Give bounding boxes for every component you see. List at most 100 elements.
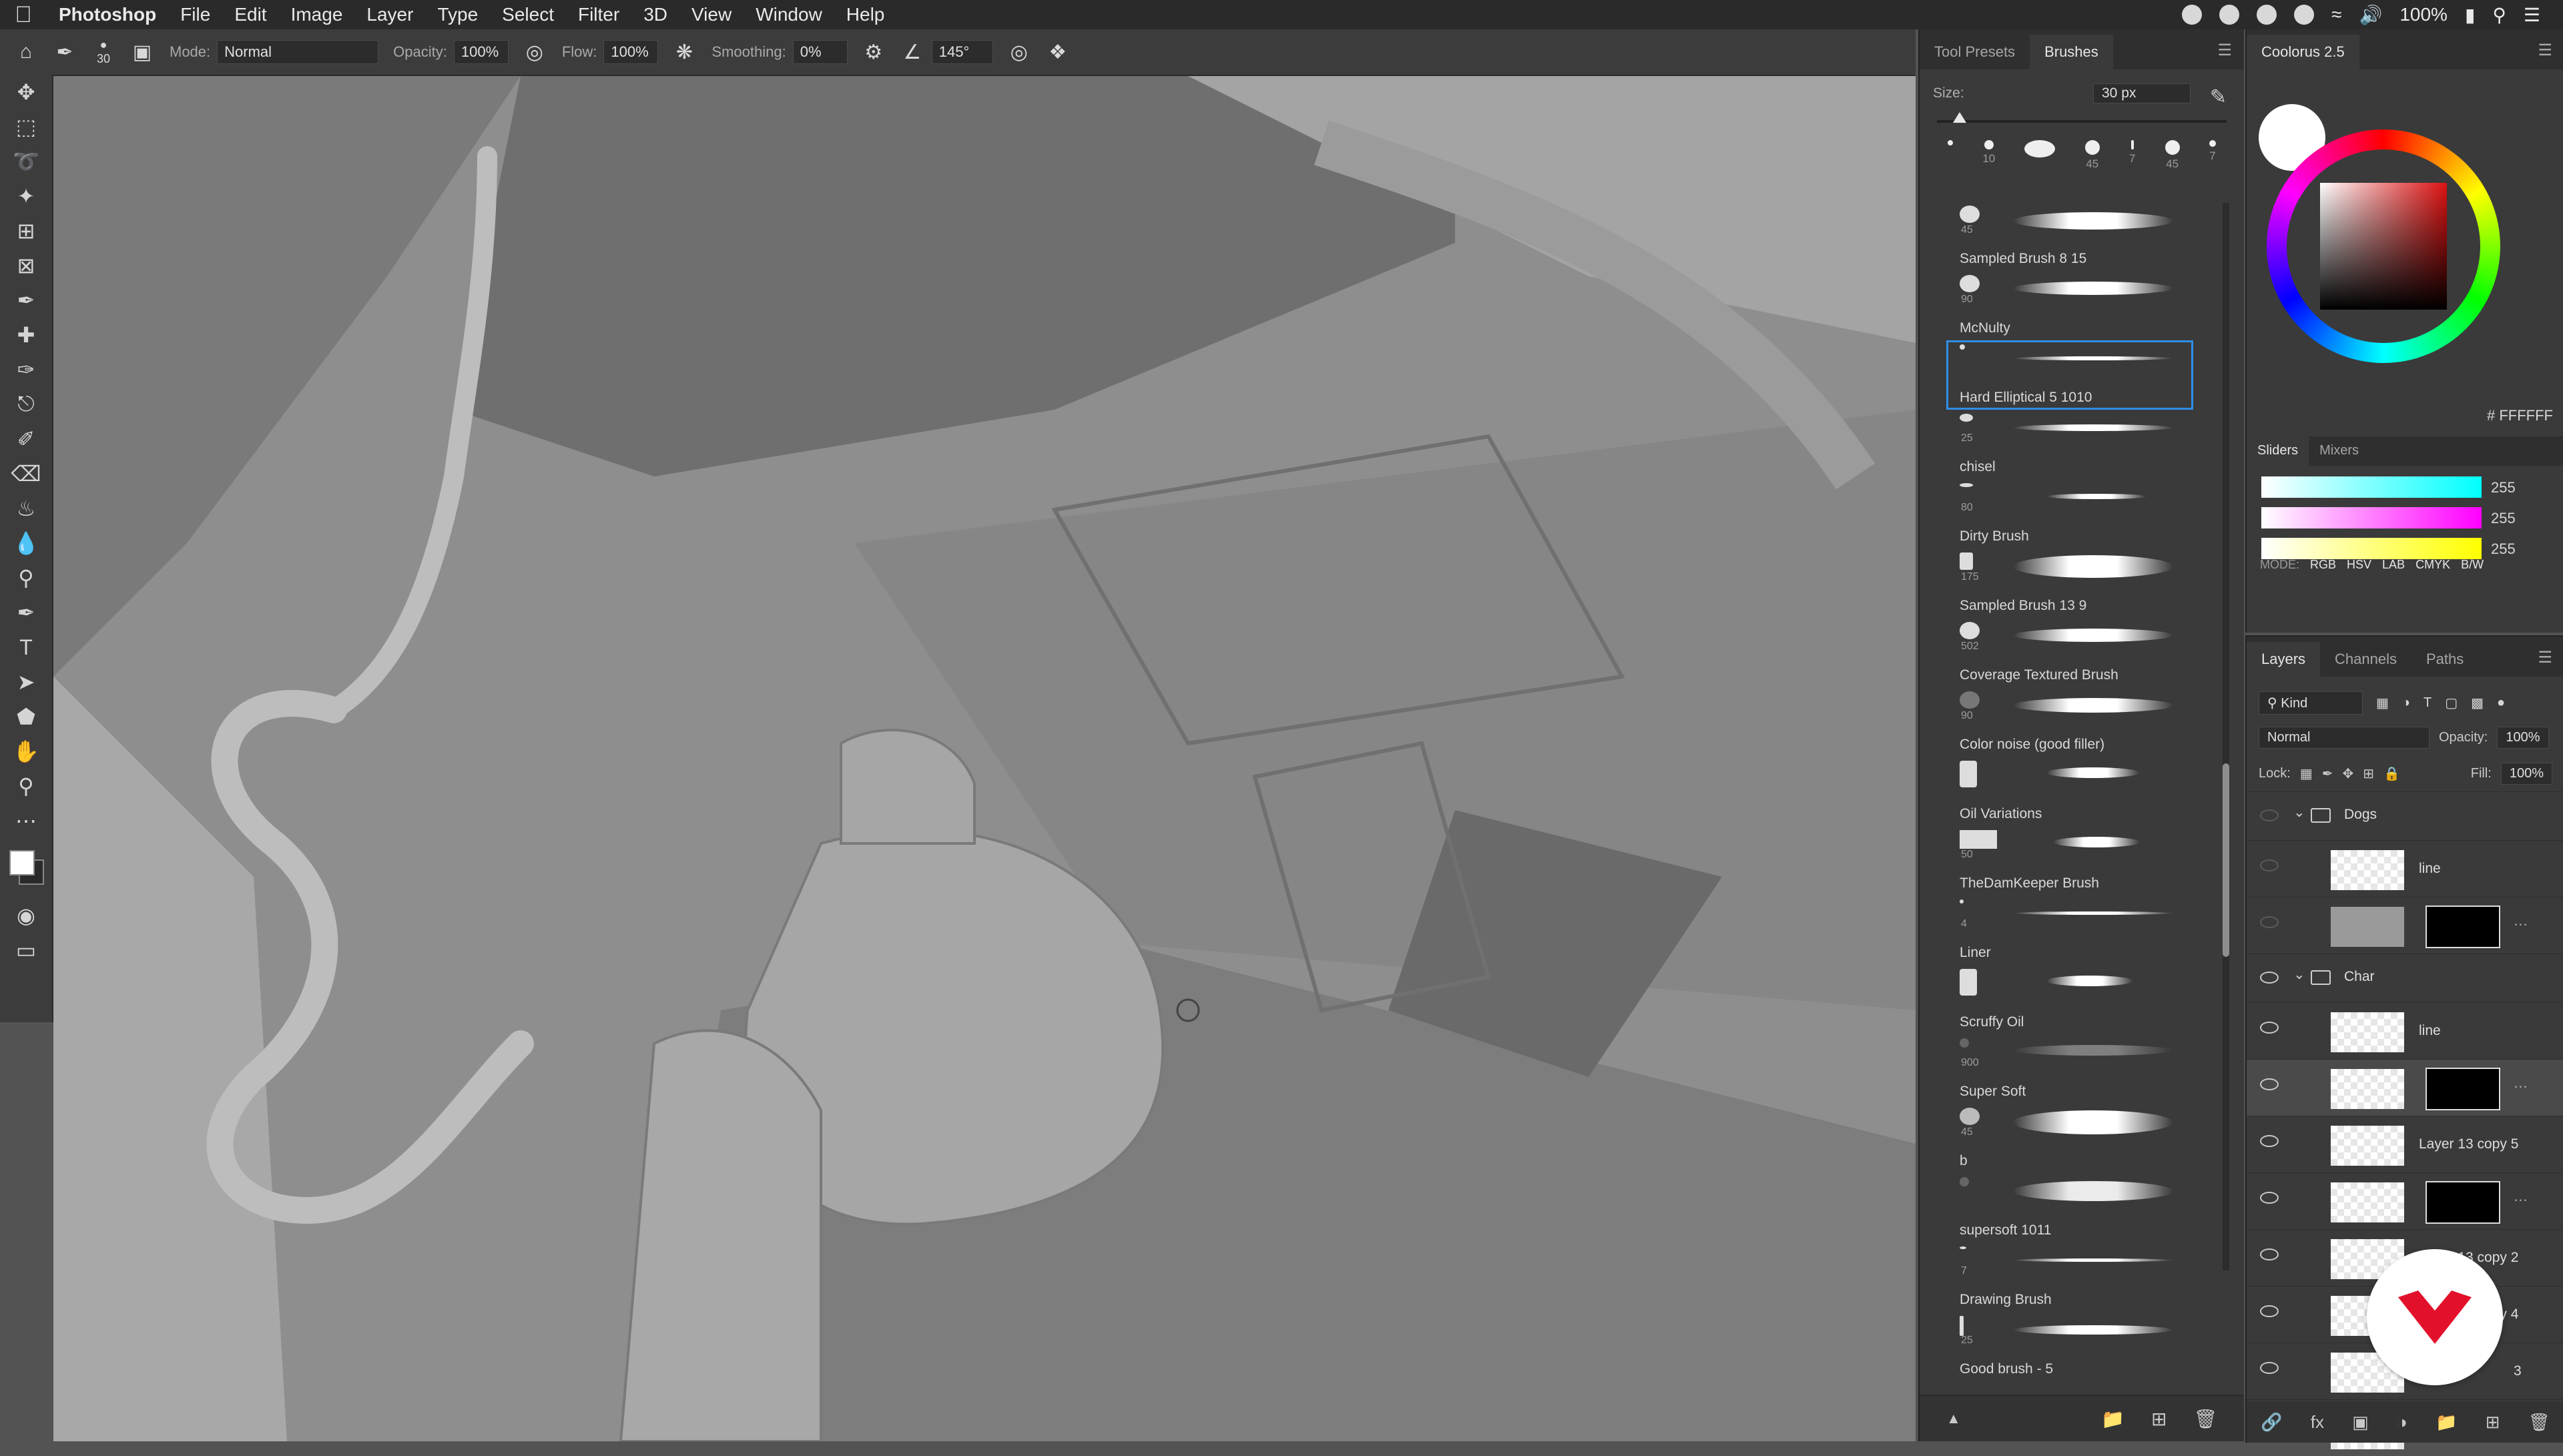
visibility-eye-icon[interactable] <box>2260 1192 2279 1204</box>
lock-position-icon[interactable]: ✥ <box>2342 765 2353 782</box>
wifi-icon[interactable]: ≈ <box>2331 4 2341 25</box>
brush-list-scrollbar[interactable] <box>2223 203 2229 1270</box>
menu-edit[interactable]: Edit <box>222 4 278 25</box>
tab-coolorus[interactable]: Coolorus 2.5 <box>2247 35 2359 69</box>
filter-smart-object-icon[interactable]: ▩ <box>2471 695 2484 711</box>
eyedropper-tool-icon[interactable]: ✒ <box>0 283 52 318</box>
recent-tip[interactable]: 45 <box>2165 140 2180 180</box>
delete-layer-icon[interactable]: 🗑 <box>2528 1412 2550 1433</box>
menu-app[interactable]: Photoshop <box>47 4 168 25</box>
marquee-tool-icon[interactable]: ⬚ <box>0 109 52 144</box>
move-tool-icon[interactable]: ✥ <box>0 75 52 109</box>
layer-fill-field[interactable]: 100% <box>2500 762 2552 785</box>
brush-item[interactable]: Scruffy Oil <box>1946 965 2193 1034</box>
brush-item[interactable]: 4 Liner <box>1946 895 2193 965</box>
brush-size-field[interactable]: 30 px <box>2093 83 2191 103</box>
brush-item[interactable]: 25 chisel <box>1946 410 2193 479</box>
brush-item[interactable]: 900 Super Soft <box>1946 1034 2193 1104</box>
tab-brushes[interactable]: Brushes <box>2030 35 2113 69</box>
brush-item[interactable]: 90 McNulty <box>1946 271 2193 340</box>
lock-transparent-icon[interactable]: ▦ <box>2300 765 2313 782</box>
brush-item[interactable]: 7 Drawing Brush <box>1946 1242 2193 1312</box>
blend-mode-select[interactable]: Normal <box>2259 726 2430 749</box>
creative-cloud-icon[interactable] <box>2182 5 2203 25</box>
mode-hsv[interactable]: HSV <box>2347 558 2371 572</box>
layer-row[interactable]: line <box>2247 840 2563 897</box>
menu-3d[interactable]: 3D <box>631 4 679 25</box>
magenta-value[interactable]: 255 <box>2491 510 2516 527</box>
visibility-eye-icon[interactable] <box>2260 972 2279 984</box>
brush-item[interactable]: Oil Variations <box>1946 757 2193 826</box>
chevron-down-icon[interactable]: ⌄ <box>2293 804 2305 821</box>
pressure-opacity-icon[interactable]: ◎ <box>522 39 547 65</box>
visibility-eye-icon[interactable] <box>2260 809 2279 821</box>
layer-opacity-field[interactable]: 100% <box>2497 726 2549 749</box>
brush-item[interactable]: 90 Color noise (good filler) <box>1946 687 2193 757</box>
saturation-value-square[interactable] <box>2320 183 2447 310</box>
new-group-icon[interactable]: 📁 <box>2436 1412 2457 1433</box>
new-group-folder-icon[interactable]: 📁 <box>2101 1408 2124 1430</box>
filter-pixel-icon[interactable]: ▦ <box>2376 695 2389 711</box>
layer-group-char[interactable]: ⌄ Char <box>2247 954 2563 1002</box>
brush-settings-icon[interactable]: ▣ <box>129 39 155 65</box>
volume-icon[interactable]: 🔊 <box>2359 4 2382 26</box>
menu-layer[interactable]: Layer <box>354 4 425 25</box>
tab-mixers[interactable]: Mixers <box>2309 436 2369 466</box>
filter-shape-icon[interactable]: ▢ <box>2445 695 2458 711</box>
visibility-eye-icon[interactable] <box>2260 1248 2279 1260</box>
apple-icon[interactable]:  <box>0 2 47 28</box>
add-mask-icon[interactable]: ▣ <box>2352 1412 2369 1433</box>
brush-item[interactable]: 45 b <box>1946 1104 2193 1173</box>
new-layer-icon[interactable]: ⊞ <box>2486 1412 2500 1433</box>
mode-rgb[interactable]: RGB <box>2310 558 2336 572</box>
layer-style-fx-icon[interactable]: fx <box>2311 1412 2324 1433</box>
recent-tip[interactable]: 45 <box>2084 140 2100 180</box>
cyan-value[interactable]: 255 <box>2491 479 2516 496</box>
lock-all-icon[interactable]: 🔒 <box>2383 765 2400 782</box>
menu-file[interactable]: File <box>168 4 222 25</box>
brush-item-selected[interactable]: Hard Elliptical 5 1010 <box>1946 340 2193 410</box>
layer-group-dogs[interactable]: ⌄ Dogs <box>2247 791 2563 840</box>
link-layers-icon[interactable]: 🔗 <box>2261 1412 2282 1433</box>
menu-view[interactable]: View <box>679 4 744 25</box>
magenta-slider[interactable] <box>2261 507 2482 528</box>
tab-tool-presets[interactable]: Tool Presets <box>1920 35 2030 69</box>
layer-row[interactable]: Layer 13 copy 5 <box>2247 1116 2563 1172</box>
sync-icon[interactable] <box>2257 5 2277 25</box>
chevron-down-icon[interactable]: ⌄ <box>2293 966 2305 983</box>
recent-tip[interactable] <box>2024 140 2056 180</box>
tab-paths[interactable]: Paths <box>2411 642 2478 677</box>
mode-lab[interactable]: LAB <box>2382 558 2405 572</box>
zoom-tool-icon[interactable]: ⚲ <box>0 769 52 803</box>
hex-value[interactable]: # FFFFFF <box>2487 407 2553 424</box>
document-canvas[interactable] <box>53 76 1916 1441</box>
dropbox-icon[interactable] <box>2219 5 2240 25</box>
shape-tool-icon[interactable]: ⬟ <box>0 699 52 734</box>
filter-type-icon[interactable]: T <box>2424 695 2432 711</box>
path-selection-tool-icon[interactable]: ➤ <box>0 665 52 699</box>
coolorus-menu-icon[interactable]: ☰ <box>2538 41 2563 69</box>
brush-item[interactable]: 175 Sampled Brush 13 9 <box>1946 549 2193 618</box>
mode-select[interactable]: Normal <box>217 40 379 64</box>
blur-tool-icon[interactable]: 💧 <box>0 526 52 561</box>
layer-row[interactable]: ⋯ <box>2247 1172 2563 1229</box>
recent-tip[interactable]: 10 <box>1982 140 1995 180</box>
brush-item[interactable]: supersoft 1011 <box>1946 1173 2193 1242</box>
brush-item[interactable]: 25 Good brush - 5 <box>1946 1312 2193 1381</box>
yellow-slider[interactable] <box>2261 538 2482 559</box>
menu-type[interactable]: Type <box>425 4 490 25</box>
more-options-icon[interactable]: ⋯ <box>2514 1192 2528 1208</box>
brush-size-slider-handle[interactable] <box>1953 112 1966 123</box>
healing-brush-tool-icon[interactable]: ✚ <box>0 318 52 352</box>
recent-tip[interactable]: 7 <box>2129 140 2135 180</box>
menu-window[interactable]: Window <box>744 4 834 25</box>
tab-layers[interactable]: Layers <box>2247 642 2321 677</box>
layer-mask-thumbnail[interactable] <box>2426 1068 2500 1110</box>
recent-tip[interactable] <box>1948 140 1954 180</box>
more-options-icon[interactable]: ⋯ <box>2514 1078 2528 1095</box>
symmetry-icon[interactable]: ❖ <box>1045 39 1071 65</box>
angle-field[interactable]: 145° <box>931 40 993 64</box>
layers-panel-menu-icon[interactable]: ☰ <box>2538 648 2563 677</box>
airbrush-icon[interactable]: ❋ <box>671 39 697 65</box>
brush-preset-picker[interactable]: ● 30 <box>91 38 116 65</box>
